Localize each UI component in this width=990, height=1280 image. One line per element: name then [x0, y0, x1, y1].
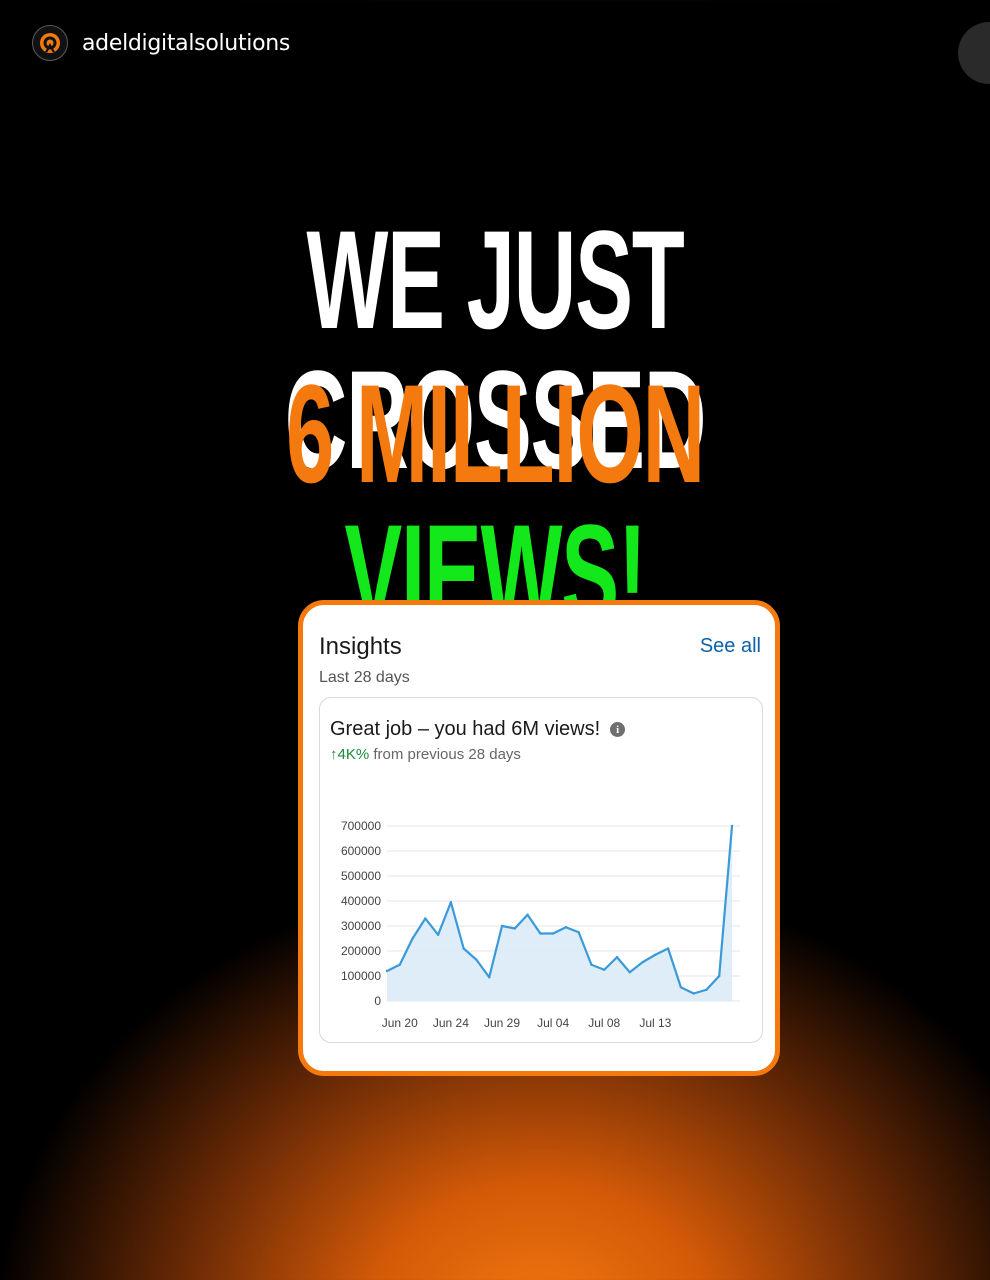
headline-million: 6 MILLION [285, 355, 705, 512]
data-point [692, 992, 695, 995]
data-point [411, 937, 414, 940]
data-point [730, 824, 734, 828]
data-point [385, 969, 389, 973]
x-tick-label: Jun 29 [484, 1016, 520, 1030]
views-chart: 0 100000 200000 300000 400000 500000 600000 700… [341, 819, 740, 1030]
data-point [449, 901, 453, 904]
data-point [577, 931, 580, 934]
data-point [398, 963, 401, 966]
username[interactable]: adeldigitalsolutions [82, 31, 290, 56]
x-tick-label: Jun 20 [382, 1016, 418, 1030]
data-point [500, 924, 504, 928]
x-tick-label: Jul 04 [537, 1016, 569, 1030]
x-tick-label: Jun 24 [433, 1016, 469, 1030]
data-point [551, 932, 555, 935]
y-tick-label: 400000 [341, 894, 381, 908]
data-point [526, 913, 529, 916]
y-tick-label: 700000 [341, 819, 381, 833]
profile-header: adeldigitalsolutions [32, 24, 290, 62]
data-point [590, 963, 593, 966]
views-message: Great job – you had 6M views! i [330, 718, 626, 741]
data-point [513, 927, 516, 930]
data-point [488, 976, 491, 979]
insights-card: Insights Last 28 days See all Great job … [298, 600, 780, 1076]
y-tick-label: 600000 [341, 844, 381, 858]
data-point [718, 974, 721, 978]
data-point [615, 956, 619, 959]
data-point [705, 988, 708, 991]
series-area [387, 826, 732, 1001]
insights-title: Insights [319, 633, 402, 660]
data-point [628, 971, 631, 974]
data-point [539, 932, 542, 935]
views-message-text: Great job – you had 6M views! [330, 718, 601, 740]
data-point [475, 958, 478, 961]
data-point [679, 986, 683, 989]
avatar[interactable] [32, 25, 68, 61]
y-tick-label: 500000 [341, 869, 381, 883]
delta-value: ↑4K% [330, 746, 370, 763]
views-delta: ↑4K% from previous 28 days [330, 746, 521, 763]
data-point [564, 926, 568, 929]
see-all-link[interactable]: See all [700, 635, 761, 658]
y-tick-label: 100000 [341, 969, 381, 983]
data-point [641, 961, 644, 964]
target-logo-icon [40, 33, 60, 53]
data-point [462, 947, 465, 950]
more-options-icon[interactable] [958, 22, 990, 84]
data-point [603, 968, 606, 971]
y-tick-label: 200000 [341, 944, 381, 958]
data-point [424, 917, 427, 920]
x-tick-label: Jul 13 [639, 1016, 671, 1030]
y-tick-label: 0 [374, 994, 381, 1008]
info-icon[interactable]: i [610, 722, 626, 737]
data-point [654, 953, 657, 956]
y-tick-label: 300000 [341, 919, 381, 933]
data-point [436, 933, 440, 936]
views-panel: Great job – you had 6M views! i ↑4K% fro… [319, 697, 763, 1043]
data-point [666, 947, 670, 950]
insights-period: Last 28 days [319, 669, 410, 686]
delta-text: from previous 28 days [369, 746, 521, 763]
x-tick-label: Jul 08 [588, 1016, 620, 1030]
